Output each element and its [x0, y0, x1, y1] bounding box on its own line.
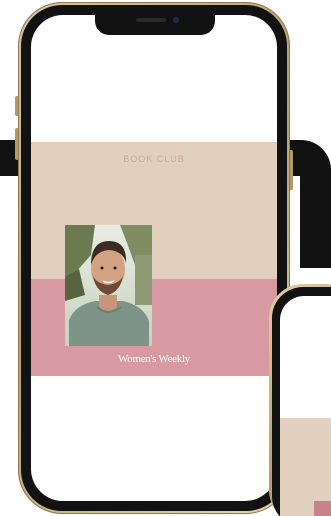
section-label: BOOK CLUB	[123, 154, 185, 164]
speaker-grille	[136, 18, 166, 22]
brand-logo: Women's Weekly	[118, 353, 190, 365]
author-portrait	[65, 225, 152, 346]
camera-icon	[173, 17, 179, 23]
second-phone-screen	[280, 296, 331, 516]
notch-icon	[95, 13, 215, 35]
mockup-stage: BOOK CLUB Women's Weekly	[0, 0, 331, 516]
author-portrait-image	[65, 225, 152, 346]
second-phone-pink-block	[314, 501, 331, 516]
phone-screen: BOOK CLUB Women's Weekly	[31, 15, 277, 501]
